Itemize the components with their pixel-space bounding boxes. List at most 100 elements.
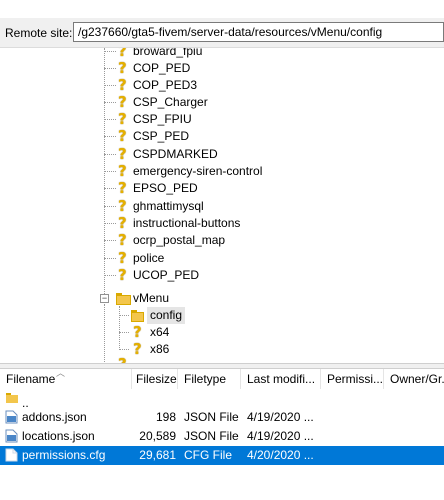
tree-item[interactable]: ? CSP_FPIU [104, 111, 304, 128]
file-modified: 4/20/2020 ... [247, 448, 314, 462]
unknown-question-icon: ? [118, 249, 127, 267]
unknown-question-icon: ? [118, 197, 127, 215]
unknown-question-icon: ? [118, 59, 127, 77]
tree-item[interactable]: ? instructional-buttons [104, 215, 304, 232]
tree-branch [104, 136, 116, 137]
file-type: JSON File [184, 410, 239, 424]
file-size: 20,589 [139, 429, 176, 443]
tree-item-label: CSP_Charger [133, 95, 208, 109]
unknown-question-icon: ? [118, 266, 127, 284]
tree-item[interactable]: ? police [104, 250, 304, 267]
unknown-question-icon: ? [118, 179, 127, 197]
remote-file-list[interactable]: Filename ︿ Filesize Filetype Last modifi… [0, 369, 444, 500]
tree-branch [104, 188, 116, 189]
tree-branch [104, 206, 116, 207]
tree-guide-line [104, 304, 105, 364]
tree-item-label: emergency-siren-control [133, 164, 263, 178]
column-header-label: Filesize [136, 372, 177, 386]
tree-branch [119, 349, 129, 350]
sort-ascending-icon: ︿ [56, 369, 66, 378]
tree-item-label: EPSO_PED [133, 181, 198, 195]
tree-item-label: broward_fpiu [133, 47, 203, 58]
column-header-label: Last modifi... [247, 372, 316, 386]
column-header-filesize[interactable]: Filesize [132, 369, 178, 389]
column-header-label: Owner/Gr... [390, 372, 444, 386]
tree-branch [104, 258, 116, 259]
tree-item-x86[interactable]: ? x86 [119, 341, 319, 358]
unknown-question-icon: ? [118, 145, 127, 163]
unknown-question-icon: ? [118, 162, 127, 180]
tree-branch [104, 171, 116, 172]
file-row-selected[interactable]: permissions.cfg 29,681 CFG File 4/20/202… [0, 446, 444, 465]
remote-site-label: Remote site: [5, 26, 73, 40]
tree-item[interactable]: ? emergency-siren-control [104, 163, 324, 180]
tree-item[interactable]: ? CSP_PED [104, 128, 304, 145]
unknown-question-icon: ? [118, 93, 127, 111]
tree-branch [119, 315, 129, 316]
tree-item-label: x86 [150, 342, 170, 356]
tree-item-label: config [147, 307, 186, 324]
file-size: 29,681 [139, 448, 176, 462]
tree-item-config[interactable]: config [119, 307, 319, 324]
tree-item-label: x64 [150, 325, 170, 339]
tree-item[interactable]: ? EPSO_PED [104, 180, 304, 197]
tree-item[interactable]: ? ghmattimysql [104, 198, 304, 215]
unknown-question-icon: ? [118, 110, 127, 128]
unknown-question-icon: ? [133, 340, 142, 358]
tree-branch [104, 68, 116, 69]
folder-icon [131, 310, 144, 322]
file-modified: 4/19/2020 ... [247, 429, 314, 443]
file-modified: 4/19/2020 ... [247, 410, 314, 424]
json-file-icon [5, 410, 18, 424]
file-size: 198 [155, 410, 176, 424]
file-row-parent[interactable]: .. [0, 390, 444, 410]
tree-item-label: ghmattimysql [133, 199, 204, 213]
parent-folder-icon [6, 393, 18, 403]
tree-item-label: CSP_PED [133, 129, 190, 143]
tree-item-label: police [133, 251, 165, 265]
tree-item-label: vMenu [133, 291, 170, 305]
tree-branch [104, 275, 116, 276]
column-header-label: Permissi... [327, 372, 384, 386]
file-type: CFG File [184, 448, 232, 462]
tree-item-label: COP_PED3 [133, 78, 198, 92]
column-header-permissions[interactable]: Permissi... [321, 369, 384, 389]
tree-branch [104, 119, 116, 120]
tree-branch [119, 332, 129, 333]
remote-directory-tree[interactable]: ? broward_fpiu ? COP_PED ? COP_PED3 ? CS… [0, 47, 444, 364]
column-header-owner-group[interactable]: Owner/Gr... [384, 369, 444, 389]
unknown-question-icon: ? [118, 231, 127, 249]
remote-site-path-input[interactable]: /g237660/gta5-fivem/server-data/resource… [73, 22, 444, 42]
tree-item[interactable]: ? ocrp_postal_map [104, 232, 304, 249]
column-header-filetype[interactable]: Filetype [178, 369, 241, 389]
tree-item[interactable]: ? UCOP_PED [104, 267, 304, 284]
tree-branch [104, 240, 116, 241]
folder-open-icon [116, 293, 131, 305]
cfg-file-icon [5, 448, 18, 462]
tree-item-vmenu[interactable]: − vMenu [98, 290, 298, 307]
tree-item-label: CSP_FPIU [133, 112, 192, 126]
column-header-last-modified[interactable]: Last modifi... [241, 369, 321, 389]
file-type: JSON File [184, 429, 239, 443]
tree-item[interactable]: ? COP_PED [104, 60, 304, 77]
tree-branch [104, 154, 116, 155]
tree-item-label: CSPDMARKED [133, 147, 218, 161]
unknown-question-icon: ? [118, 214, 127, 232]
unknown-question-icon: ? [118, 127, 127, 145]
column-header-label: Filetype [184, 372, 227, 386]
collapse-toggle-icon[interactable]: − [100, 294, 109, 303]
tree-item[interactable]: ? broward_fpiu [104, 47, 304, 60]
tree-branch [104, 102, 116, 103]
unknown-question-icon: ? [133, 323, 142, 341]
tree-item-label: COP_PED [133, 61, 191, 75]
top-whitespace [0, 0, 444, 18]
file-row[interactable]: locations.json 20,589 JSON File 4/19/202… [0, 427, 444, 446]
file-row[interactable]: addons.json 198 JSON File 4/19/2020 ... [0, 408, 444, 427]
tree-item-x64[interactable]: ? x64 [119, 324, 319, 341]
tree-item[interactable]: ? CSP_Charger [104, 94, 304, 111]
tree-item-label: ocrp_postal_map [133, 233, 226, 247]
tree-item[interactable]: ? COP_PED3 [104, 77, 304, 94]
tree-item[interactable]: ? CSPDMARKED [104, 146, 304, 163]
file-name: locations.json [22, 429, 95, 443]
column-header-filename[interactable]: Filename ︿ [0, 369, 132, 389]
